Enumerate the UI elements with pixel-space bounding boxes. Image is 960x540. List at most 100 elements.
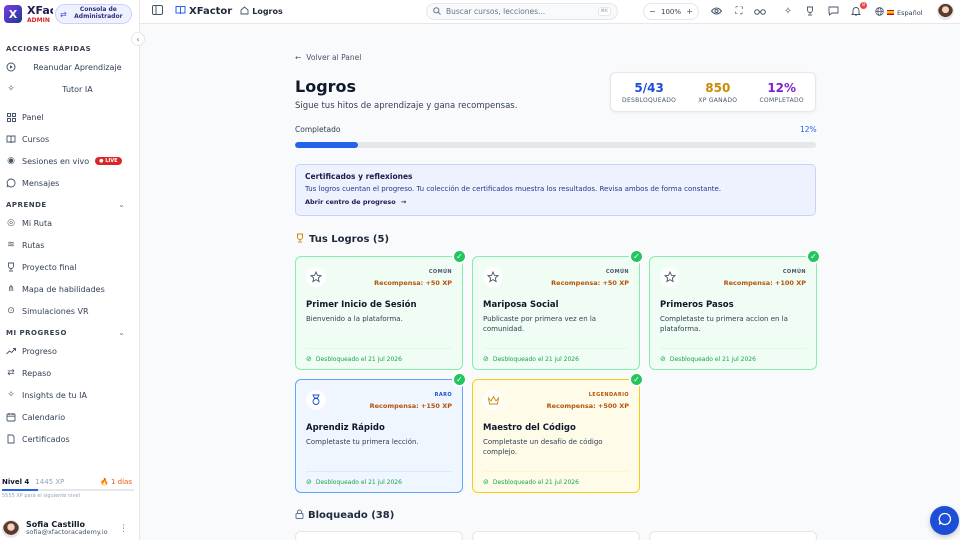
search-shortcut: ⌘K <box>597 7 611 16</box>
sidebar-item-progress[interactable]: Progreso <box>0 340 139 362</box>
completion-progress-bar <box>295 142 816 148</box>
check-circle-icon: ⊘ <box>306 355 312 363</box>
locked-achievement-card[interactable] <box>295 531 463 540</box>
search-icon <box>433 6 441 17</box>
sidebar-item-my-path[interactable]: ◎ Mi Ruta <box>0 212 139 234</box>
topbar-brand[interactable]: XFactor <box>175 5 232 18</box>
locked-achievement-card[interactable] <box>649 531 817 540</box>
arrow-right-icon: → <box>400 198 407 206</box>
unlock-date: ⊘ Desbloqueado el 21 jul 2026 <box>483 348 629 369</box>
sidebar-item-final-project[interactable]: Proyecto final <box>0 256 139 278</box>
reward-label: Recompensa: +500 XP <box>546 402 629 410</box>
sidebar-item-paths[interactable]: ≋ Rutas <box>0 234 139 256</box>
check-icon: ✓ <box>452 372 467 387</box>
unlock-date: ⊘ Desbloqueado el 21 jul 2026 <box>483 471 629 492</box>
stats-card: 5/43 DESBLOQUEADO 850 XP GANADO 12% COMP… <box>610 72 816 112</box>
chat-icon <box>6 178 16 188</box>
brand-name[interactable]: XFactor <box>27 5 53 16</box>
achievement-card[interactable]: ✓ COMÚN Recompensa: +50 XP Mariposa Social P… <box>472 249 644 370</box>
trophy-icon <box>6 262 16 272</box>
rarity-badge: COMÚN <box>428 269 452 275</box>
avatar[interactable] <box>937 3 954 20</box>
panel-toggle-icon[interactable] <box>152 5 163 18</box>
achievement-card[interactable]: ✓ COMÚN Recompensa: +50 XP Primer Inicio de… <box>295 249 467 370</box>
zoom-in-button[interactable]: + <box>686 7 693 16</box>
topbar: XFactor Logros ⌘K − 100% + ⛶ ✧ 8 <box>140 0 960 24</box>
learn-section-title[interactable]: APRENDE ⌄ <box>0 198 139 212</box>
bell-icon[interactable]: 8 <box>850 2 867 17</box>
play-circle-icon <box>6 62 16 72</box>
sidebar-item-panel[interactable]: Panel <box>0 106 139 128</box>
eye-icon[interactable] <box>710 5 722 17</box>
check-icon: ✓ <box>806 249 821 264</box>
message-icon[interactable] <box>827 5 839 17</box>
sidebar-item-messages[interactable]: Mensajes <box>0 172 139 194</box>
repeat-icon: ⇄ <box>7 368 15 378</box>
avatar <box>2 519 20 538</box>
chat-fab-button[interactable] <box>930 506 959 535</box>
progress-label: Completado <box>295 125 341 134</box>
achievement-card[interactable]: ✓ COMÚN Recompensa: +100 XP Primeros Pasos C… <box>649 249 821 370</box>
stat-xp-earned: 850 XP GANADO <box>698 80 738 104</box>
rarity-badge: COMÚN <box>782 269 806 275</box>
brand-logo[interactable]: X <box>4 5 22 23</box>
certificate-icon <box>6 434 16 444</box>
home-icon <box>240 6 249 17</box>
level-widget: Nivel 4 1445 XP 🔥 1 días 5555 XP para el… <box>0 476 139 499</box>
achievement-card[interactable]: ✓ RARO Recompensa: +150 XP Aprendiz Rápido C… <box>295 372 467 493</box>
sidebar-item-resume-learning[interactable]: Reanudar Aprendizaje <box>0 56 139 78</box>
sparkles-icon: ✧ <box>7 84 15 94</box>
achievement-description: Completaste un desafío de código complej… <box>483 438 603 456</box>
streak-badge: 🔥 1 días <box>100 478 132 486</box>
fullscreen-icon[interactable]: ⛶ <box>733 5 745 17</box>
back-link[interactable]: ← Volver al Panel <box>295 53 361 62</box>
notification-count: 8 <box>860 2 867 9</box>
sidebar-item-skills-map[interactable]: ⋔ Mapa de habilidades <box>0 278 139 300</box>
achievement-description: Completaste tu primera lección. <box>306 438 419 446</box>
sidebar-item-live-sessions[interactable]: ◉ Sesiones en vivo ● LIVE <box>0 150 139 172</box>
check-icon: ✓ <box>629 249 644 264</box>
check-circle-icon: ⊘ <box>306 478 312 486</box>
zoom-out-button[interactable]: − <box>649 7 656 16</box>
calendar-icon <box>6 412 16 422</box>
globe-icon <box>875 7 884 18</box>
more-vertical-icon[interactable]: ⋮ <box>119 524 128 534</box>
trophy-icon[interactable] <box>804 5 816 17</box>
unlocked-section-title: Tus Logros (5) <box>295 233 389 246</box>
locked-section-title: Bloqueado (38) <box>295 509 394 522</box>
callout-text: Tus logros cuentan el progreso. Tu colec… <box>305 185 722 193</box>
achievement-card[interactable]: ✓ LEGENDARIO Recompensa: +500 XP Maestro de… <box>472 372 644 493</box>
target-icon: ◎ <box>7 218 15 228</box>
user-profile[interactable]: Sofia Castillo sofia@xfactoracademy.io ⋮ <box>0 517 139 540</box>
sidebar-collapse-button[interactable]: ‹ <box>131 32 145 46</box>
stat-completed: 12% COMPLETADO <box>759 80 804 104</box>
breadcrumb[interactable]: Logros <box>240 6 283 17</box>
sidebar-item-certificates[interactable]: Certificados <box>0 428 139 450</box>
book-open-icon <box>175 5 186 18</box>
achievement-name: Maestro del Código <box>483 423 576 433</box>
swap-icon: ⇄ <box>60 9 67 19</box>
sidebar-item-vr-simulations[interactable]: ⊙ Simulaciones VR <box>0 300 139 322</box>
sidebar-item-courses[interactable]: Cursos <box>0 128 139 150</box>
achievement-name: Aprendiz Rápido <box>306 423 385 433</box>
search-bar[interactable]: ⌘K <box>426 3 618 20</box>
sparkles-icon[interactable]: ✧ <box>782 5 794 17</box>
chat-bubble-icon <box>938 512 952 529</box>
rarity-badge: COMÚN <box>605 269 629 275</box>
search-input[interactable] <box>446 7 598 16</box>
star-icon <box>660 267 680 287</box>
lock-icon <box>295 509 304 522</box>
glasses-icon[interactable] <box>754 5 766 17</box>
sidebar-item-ai-tutor[interactable]: ✧ Tutor IA <box>0 78 139 100</box>
admin-console-button[interactable]: ⇄ Consola de Administrador <box>55 4 132 24</box>
sidebar-item-review[interactable]: ⇄ Repaso <box>0 362 139 384</box>
progress-percent: 12% <box>800 125 817 134</box>
sidebar-item-calendar[interactable]: Calendario <box>0 406 139 428</box>
arrow-left-icon: ← <box>295 53 302 62</box>
sidebar-item-ai-insights[interactable]: ✧ Insights de tu IA <box>0 384 139 406</box>
locked-achievement-card[interactable] <box>472 531 640 540</box>
progress-section-title[interactable]: MI PROGRESO ⌄ <box>0 326 139 340</box>
open-progress-center-link[interactable]: Abrir centro de progreso → <box>305 198 406 206</box>
grid-icon <box>6 112 16 122</box>
language-selector[interactable]: Español <box>875 7 923 18</box>
